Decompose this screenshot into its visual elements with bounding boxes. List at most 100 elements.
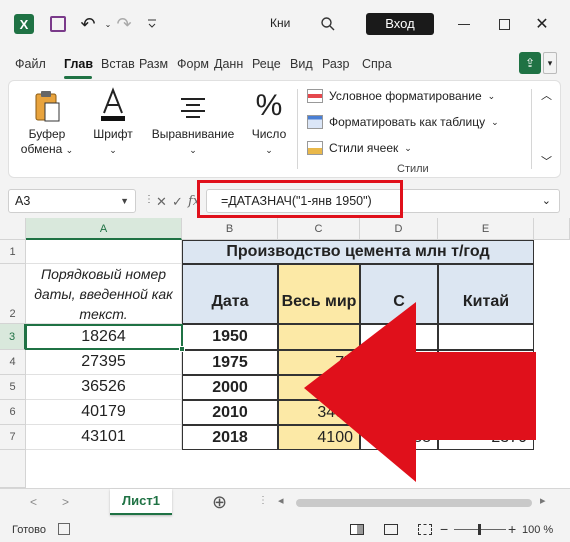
ribbon-scroll-up-icon[interactable]: ︿ <box>541 87 552 103</box>
undo-icon[interactable]: ↶ <box>78 14 98 34</box>
close-icon[interactable]: ✕ <box>532 14 552 34</box>
zoom-in-icon[interactable]: + <box>508 521 516 537</box>
row-header-5[interactable]: 5 <box>0 375 26 400</box>
header-date[interactable]: Дата <box>182 264 278 324</box>
customize-toolbar-icon[interactable] <box>142 14 162 34</box>
add-sheet-icon[interactable]: ⊕ <box>212 492 227 513</box>
maximize-icon[interactable] <box>494 14 514 34</box>
scroll-right-icon[interactable]: ▸ <box>540 494 546 507</box>
zoom-out-icon[interactable]: − <box>440 521 448 537</box>
tab-home[interactable]: Глав <box>64 57 93 71</box>
tab-help[interactable]: Спра <box>362 57 392 71</box>
number-format-button[interactable]: % Число ⌄ <box>245 85 293 158</box>
save-icon[interactable] <box>48 14 68 34</box>
table-title[interactable]: Производство цемента млн т/год <box>182 240 534 264</box>
alignment-label: Выравнивание <box>151 127 235 141</box>
select-all-corner[interactable] <box>0 218 26 240</box>
share-button[interactable]: ⇪ <box>519 52 541 74</box>
font-icon <box>87 85 139 123</box>
column-header-d[interactable]: D <box>360 218 438 240</box>
normal-view-icon[interactable] <box>350 524 364 535</box>
conditional-formatting-button[interactable]: Условное форматирование ⌄ <box>307 89 495 103</box>
ribbon-expand-icon[interactable]: ﹀ <box>541 153 552 169</box>
format-as-table-button[interactable]: Форматировать как таблицу ⌄ <box>307 115 499 129</box>
cell-b4[interactable]: 1975 <box>182 350 278 375</box>
horizontal-scrollbar[interactable] <box>296 499 532 507</box>
row-header-8 <box>0 450 26 488</box>
note-text: Порядковый номер даты, введенной как тек… <box>34 266 173 322</box>
tab-page-layout[interactable]: Разм <box>139 57 168 71</box>
cell-styles-label: Стили ячеек <box>329 141 399 155</box>
workbook-title: Кни <box>270 16 291 30</box>
column-header-e[interactable]: E <box>438 218 534 240</box>
name-box-value: A3 <box>15 194 31 208</box>
cell-styles-button[interactable]: Стили ячеек ⌄ <box>307 141 412 155</box>
name-box[interactable]: A3 ▼ <box>8 189 136 213</box>
tab-developer[interactable]: Разр <box>322 57 349 71</box>
enter-icon[interactable]: ✓ <box>172 194 183 210</box>
row-header-3[interactable]: 3 <box>0 324 26 350</box>
clipboard-label-2: обмена <box>20 142 63 156</box>
cell-a4[interactable]: 27395 <box>26 350 182 375</box>
zoom-level[interactable]: 100 % <box>522 524 553 536</box>
share-dropdown-icon[interactable]: ▾ <box>543 52 557 74</box>
row-header-1[interactable]: 1 <box>0 240 26 264</box>
page-layout-view-icon[interactable] <box>384 524 398 535</box>
status-bar: Готово − + 100 % <box>0 518 570 542</box>
minimize-icon[interactable] <box>454 14 474 34</box>
fill-handle[interactable] <box>179 346 185 352</box>
row-header-4[interactable]: 4 <box>0 350 26 375</box>
next-sheet-icon[interactable]: > <box>62 495 69 509</box>
cell-a7[interactable]: 43101 <box>26 425 182 450</box>
clipboard-button[interactable]: Буфер обмена ⌄ <box>19 85 75 158</box>
cell-a1[interactable] <box>26 240 182 264</box>
cell-a6[interactable]: 40179 <box>26 400 182 425</box>
column-header-c[interactable]: C <box>278 218 360 240</box>
cell-b5[interactable]: 2000 <box>182 375 278 400</box>
column-header-a[interactable]: A <box>26 218 182 240</box>
tab-file[interactable]: Файл <box>15 57 46 71</box>
alignment-button[interactable]: Выравнивание ⌄ <box>147 85 239 158</box>
more-options-icon[interactable]: ⋮ <box>144 194 154 205</box>
cancel-icon[interactable]: ✕ <box>156 194 167 210</box>
font-button[interactable]: Шрифт ⌄ <box>87 85 139 158</box>
tab-data[interactable]: Данн <box>214 57 243 71</box>
ribbon-tabs: Файл Глав Встав Разм Форм Данн Реце Вид … <box>0 48 570 79</box>
percent-icon: % <box>255 89 283 122</box>
clipboard-label-1: Буфер <box>28 127 66 141</box>
ribbon: Буфер обмена ⌄ Шрифт ⌄ Выравнивание ⌄ % Чис… <box>8 80 561 178</box>
accessibility-icon[interactable] <box>58 523 70 535</box>
red-arrow-annotation <box>304 302 536 482</box>
scroll-left-icon[interactable]: ◂ <box>278 494 284 507</box>
search-icon[interactable] <box>318 14 338 34</box>
tab-formulas[interactable]: Форм <box>177 57 209 71</box>
row-header-2[interactable]: 2 <box>0 264 26 324</box>
styles-group-label: Стили <box>397 163 429 175</box>
align-center-icon <box>147 85 239 123</box>
ribbon-divider <box>531 89 532 169</box>
note-cell[interactable]: Порядковый номер даты, введенной как тек… <box>26 264 182 324</box>
expand-formula-icon[interactable]: ⌄ <box>542 190 551 212</box>
cell-b7[interactable]: 2018 <box>182 425 278 450</box>
column-header-b[interactable]: B <box>182 218 278 240</box>
sheet-options-icon[interactable]: ⋮ <box>258 495 268 506</box>
worksheet-grid: A B C D E 1 2 3 4 5 6 7 Производство цем… <box>0 218 570 488</box>
page-break-view-icon[interactable] <box>418 524 432 535</box>
login-button[interactable]: Вход <box>366 13 434 35</box>
font-label: Шрифт <box>93 127 133 141</box>
cell-b3[interactable]: 1950 <box>182 324 278 350</box>
active-cell-border <box>25 324 183 350</box>
chevron-down-icon[interactable]: ▼ <box>120 190 129 212</box>
redo-icon[interactable]: ↷ <box>114 14 134 34</box>
tab-view[interactable]: Вид <box>290 57 313 71</box>
prev-sheet-icon[interactable]: < <box>30 495 37 509</box>
active-tab-indicator <box>64 76 92 79</box>
cell-b6[interactable]: 2010 <box>182 400 278 425</box>
sheet-tab-1[interactable]: Лист1 <box>110 489 172 515</box>
row-header-7[interactable]: 7 <box>0 425 26 450</box>
row-header-6[interactable]: 6 <box>0 400 26 425</box>
zoom-slider-thumb[interactable] <box>478 524 481 535</box>
cell-a5[interactable]: 36526 <box>26 375 182 400</box>
tab-review[interactable]: Реце <box>252 57 281 71</box>
tab-insert[interactable]: Встав <box>101 57 135 71</box>
